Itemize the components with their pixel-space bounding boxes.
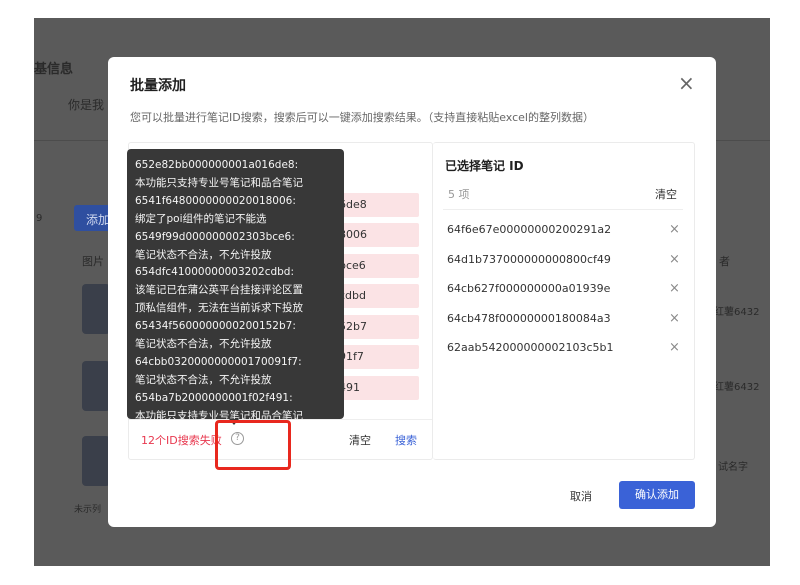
bg-row-text: 红薯6432: [714, 382, 760, 393]
bg-thumbnail: [82, 436, 110, 486]
divider: [443, 209, 683, 210]
tooltip-line: 654dfc41000000003202cdbd:: [135, 266, 295, 279]
close-icon[interactable]: ×: [678, 73, 695, 93]
bg-thumbnail: [82, 361, 110, 411]
selected-id-item: 64cb627f000000000a01939e ×: [447, 281, 687, 296]
tooltip-line: 65434f5600000000200152b7:: [135, 320, 296, 333]
bg-thumbnail: [82, 284, 110, 334]
selected-count: 5 项: [448, 188, 470, 201]
tooltip-line: 本功能只支持专业号笔记和品合笔记: [135, 409, 303, 419]
bg-add-button-label: 添加: [86, 213, 111, 227]
remove-icon[interactable]: ×: [669, 340, 680, 355]
clear-selected-button[interactable]: 清空: [655, 186, 677, 202]
tooltip-line: 652e82bb000000001a016de8:: [135, 159, 299, 171]
selected-id-item: 64cb478f00000000180084a3 ×: [447, 311, 687, 326]
tooltip-line: 顶私信组件，无法在当前诉求下投放: [135, 302, 303, 315]
cancel-button[interactable]: 取消: [570, 488, 592, 504]
tooltip-line: 654ba7b2000000001f02f491:: [135, 391, 293, 404]
bg-row-text: 红薯6432: [714, 307, 760, 318]
bg-section-mark: 9: [36, 213, 43, 224]
bg-col-author: 者: [719, 255, 730, 268]
bg-field-label: 你是我: [68, 98, 105, 112]
selected-id-item: 62aab542000000002103c5b1 ×: [447, 340, 687, 355]
search-fail-count: 12个ID搜索失败: [141, 434, 222, 447]
tooltip-line: 笔记状态不合法，不允许投放: [135, 373, 272, 386]
selected-title: 已选择笔记 ID: [445, 159, 524, 173]
tooltip-line: 笔记状态不合法，不允许投放: [135, 338, 272, 351]
confirm-add-button[interactable]: 确认添加: [619, 481, 695, 509]
selected-id-text: 64cb627f000000000a01939e: [447, 282, 611, 295]
tooltip-line: 笔记状态不合法，不允许投放: [135, 248, 272, 261]
tooltip-line: 绑定了poi组件的笔记不能选: [135, 212, 267, 225]
fail-reasons-tooltip: 652e82bb000000001a016de8: 本功能只支持专业号笔记和品合…: [127, 149, 344, 419]
tooltip-line: 6541f6480000000020018006:: [135, 194, 296, 207]
selected-id-text: 62aab542000000002103c5b1: [447, 341, 614, 354]
selected-id-item: 64d1b737000000000800cf49 ×: [447, 252, 687, 267]
tooltip-line: 该笔记已在蒲公英平台挂接评论区置: [135, 284, 303, 297]
selected-ids-panel: 已选择笔记 ID 5 项 清空 64f6e67e00000000200291a2…: [433, 142, 695, 460]
bg-footer-hint: 未示列: [74, 505, 102, 515]
selected-id-item: 64f6e67e00000000200291a2 ×: [447, 222, 687, 237]
remove-icon[interactable]: ×: [669, 252, 680, 267]
tooltip-line: 本功能只支持专业号笔记和品合笔记: [135, 176, 303, 189]
annotation-highlight-box: [215, 420, 291, 470]
bg-row-text: 试名字: [718, 462, 748, 473]
remove-icon[interactable]: ×: [669, 281, 680, 296]
selected-id-text: 64d1b737000000000800cf49: [447, 253, 611, 266]
tooltip-line: 6549f99d000000002303bce6:: [135, 230, 295, 243]
dialog-title: 批量添加: [130, 78, 186, 94]
bg-section-title: 基信息: [34, 62, 74, 77]
selected-id-text: 64f6e67e00000000200291a2: [447, 223, 612, 236]
tooltip-line: 64cbb032000000000170091f7:: [135, 355, 302, 368]
dialog-description: 您可以批量进行笔记ID搜索，搜索后可以一键添加搜索结果。（支持直接粘贴excel…: [130, 111, 594, 124]
selected-id-text: 64cb478f00000000180084a3: [447, 312, 611, 325]
clear-input-button[interactable]: 清空: [349, 432, 371, 448]
remove-icon[interactable]: ×: [669, 222, 680, 237]
remove-icon[interactable]: ×: [669, 311, 680, 326]
search-button[interactable]: 搜索: [395, 432, 417, 448]
bg-col-image: 图片: [82, 255, 104, 268]
